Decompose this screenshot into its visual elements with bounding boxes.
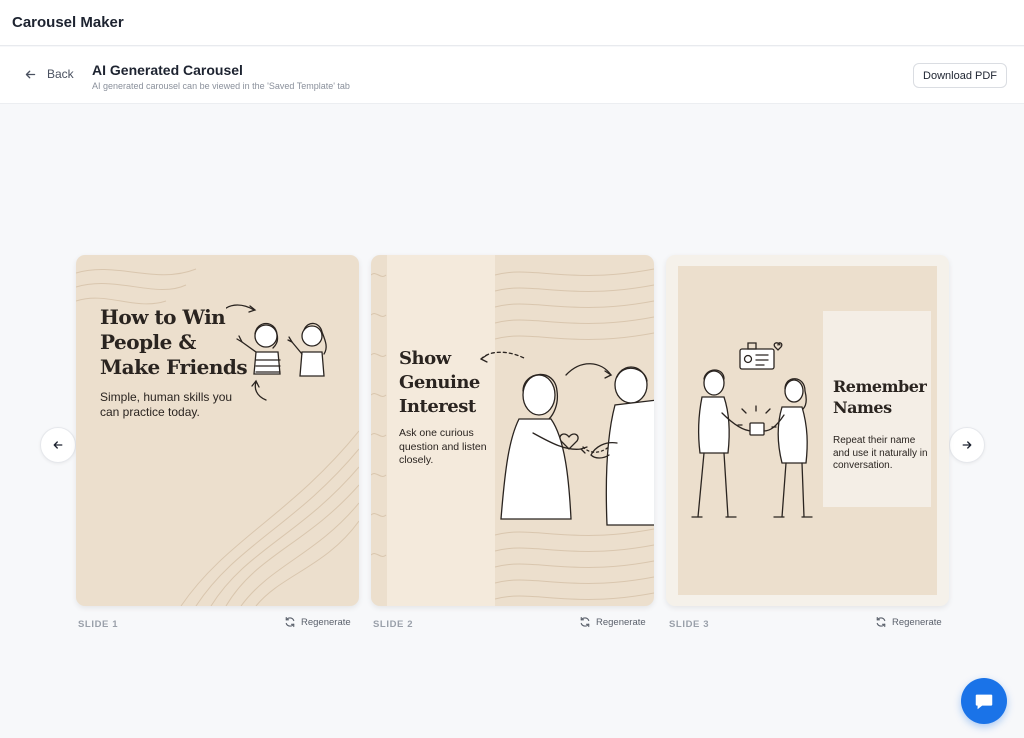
page-header: Back AI Generated Carousel AI generated … (0, 47, 1024, 104)
carousel-stage: How to Win People & Make Friends Simple,… (0, 105, 1024, 738)
page-title: AI Generated Carousel (92, 62, 243, 78)
slide-1-label: SLIDE 1 (78, 619, 119, 630)
next-slide-button[interactable] (949, 427, 985, 463)
refresh-icon (285, 616, 295, 628)
slide-2-label: SLIDE 2 (373, 619, 414, 630)
conversation-illustration (480, 351, 654, 526)
previous-slide-button[interactable] (40, 427, 76, 463)
page-subtitle: AI generated carousel can be viewed in t… (92, 81, 350, 91)
back-label: Back (47, 67, 74, 81)
slide-3-title: Remember Names (833, 377, 927, 417)
slide-1[interactable]: How to Win People & Make Friends Simple,… (76, 255, 359, 606)
regenerate-slide-1-button[interactable]: Regenerate (284, 616, 351, 628)
chat-widget-button[interactable] (961, 678, 1007, 724)
refresh-icon (580, 616, 590, 628)
slide-3-body: Repeat their name and use it naturally i… (833, 435, 928, 471)
slide-3-label: SLIDE 3 (669, 619, 710, 630)
top-bar: Carousel Maker (0, 0, 1024, 46)
download-pdf-button[interactable]: Download PDF (913, 63, 1007, 88)
refresh-icon (876, 616, 886, 628)
name-tag-exchange-illustration (691, 342, 813, 518)
back-button[interactable]: Back (24, 67, 74, 81)
arrow-right-icon (962, 441, 972, 449)
arrow-left-icon (25, 70, 36, 78)
chat-bubble-icon (975, 694, 993, 710)
arrow-left-icon (53, 441, 63, 449)
regenerate-slide-3-button[interactable]: Regenerate (875, 616, 942, 628)
slide-2[interactable]: Show Genuine Interest Ask one curious qu… (371, 255, 654, 606)
regenerate-slide-2-button[interactable]: Regenerate (579, 616, 646, 628)
app-title: Carousel Maker (12, 14, 124, 31)
slide-3[interactable]: Remember Names Repeat their name and use… (666, 255, 949, 606)
friends-waving-illustration (226, 304, 327, 401)
